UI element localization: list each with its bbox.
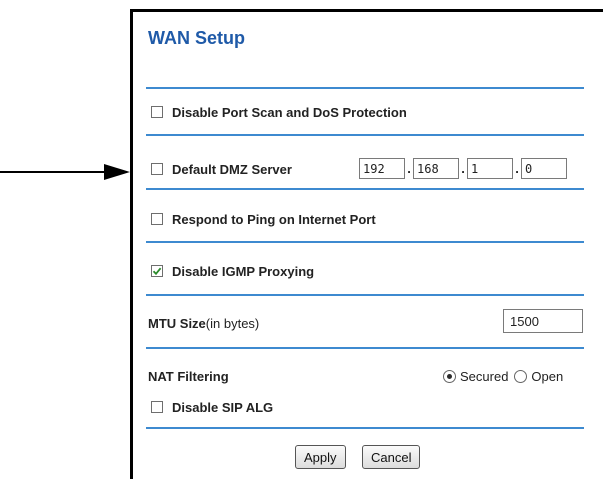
- disable-sip-alg-checkbox[interactable]: [151, 401, 163, 413]
- ip-separator: .: [461, 161, 465, 176]
- section-divider: [146, 347, 584, 349]
- mtu-size-label: MTU Size(in bytes): [148, 316, 259, 331]
- default-dmz-option[interactable]: Default DMZ Server: [151, 158, 292, 180]
- mtu-size-label-suffix: (in bytes): [205, 316, 260, 331]
- default-dmz-checkbox[interactable]: [151, 163, 163, 175]
- pointer-arrow-icon: [0, 164, 130, 180]
- disable-igmp-label: Disable IGMP Proxying: [172, 263, 315, 279]
- dmz-ip-address: . . .: [359, 158, 567, 179]
- section-divider: [146, 87, 584, 89]
- disable-sip-alg-label: Disable SIP ALG: [172, 399, 274, 415]
- disable-port-scan-label: Disable Port Scan and DoS Protection: [172, 104, 407, 120]
- respond-ping-label: Respond to Ping on Internet Port: [172, 211, 376, 227]
- respond-ping-checkbox[interactable]: [151, 213, 163, 225]
- ip-separator: .: [407, 161, 411, 176]
- disable-sip-alg-option[interactable]: Disable SIP ALG: [151, 396, 273, 418]
- nat-open-radio[interactable]: [514, 370, 528, 383]
- nat-secured-radio[interactable]: [443, 370, 456, 383]
- wan-setup-panel: WAN Setup Disable Port Scan and DoS Prot…: [130, 9, 603, 479]
- section-divider: [146, 427, 584, 429]
- dmz-ip-octet-3[interactable]: [467, 158, 513, 179]
- nat-filtering-radio-group: Secured Open: [443, 369, 563, 384]
- section-divider: [146, 134, 584, 136]
- disable-port-scan-option[interactable]: Disable Port Scan and DoS Protection: [151, 101, 407, 123]
- respond-ping-option[interactable]: Respond to Ping on Internet Port: [151, 208, 376, 230]
- ip-separator: .: [515, 161, 519, 176]
- section-divider: [146, 294, 584, 296]
- disable-igmp-checkbox[interactable]: [151, 265, 163, 277]
- dmz-ip-octet-1[interactable]: [359, 158, 405, 179]
- mtu-size-field-wrapper: [503, 309, 583, 333]
- nat-filtering-label: NAT Filtering: [148, 369, 229, 384]
- page-title: WAN Setup: [148, 28, 245, 48]
- nat-open-label: Open: [531, 369, 564, 384]
- cancel-button[interactable]: Cancel: [362, 445, 421, 469]
- radio-selected-dot: [447, 374, 452, 379]
- apply-button[interactable]: Apply: [295, 445, 346, 469]
- dmz-ip-octet-4[interactable]: [521, 158, 567, 179]
- mtu-size-input[interactable]: [503, 309, 583, 333]
- section-divider: [146, 188, 584, 190]
- section-divider: [146, 241, 584, 243]
- checkmark-icon: [152, 267, 162, 276]
- dmz-ip-octet-2[interactable]: [413, 158, 459, 179]
- mtu-size-label-bold: MTU Size: [148, 316, 206, 331]
- nat-secured-label: Secured: [460, 369, 509, 384]
- default-dmz-label: Default DMZ Server: [172, 161, 292, 177]
- disable-port-scan-checkbox[interactable]: [151, 106, 163, 118]
- disable-igmp-option[interactable]: Disable IGMP Proxying: [151, 260, 314, 282]
